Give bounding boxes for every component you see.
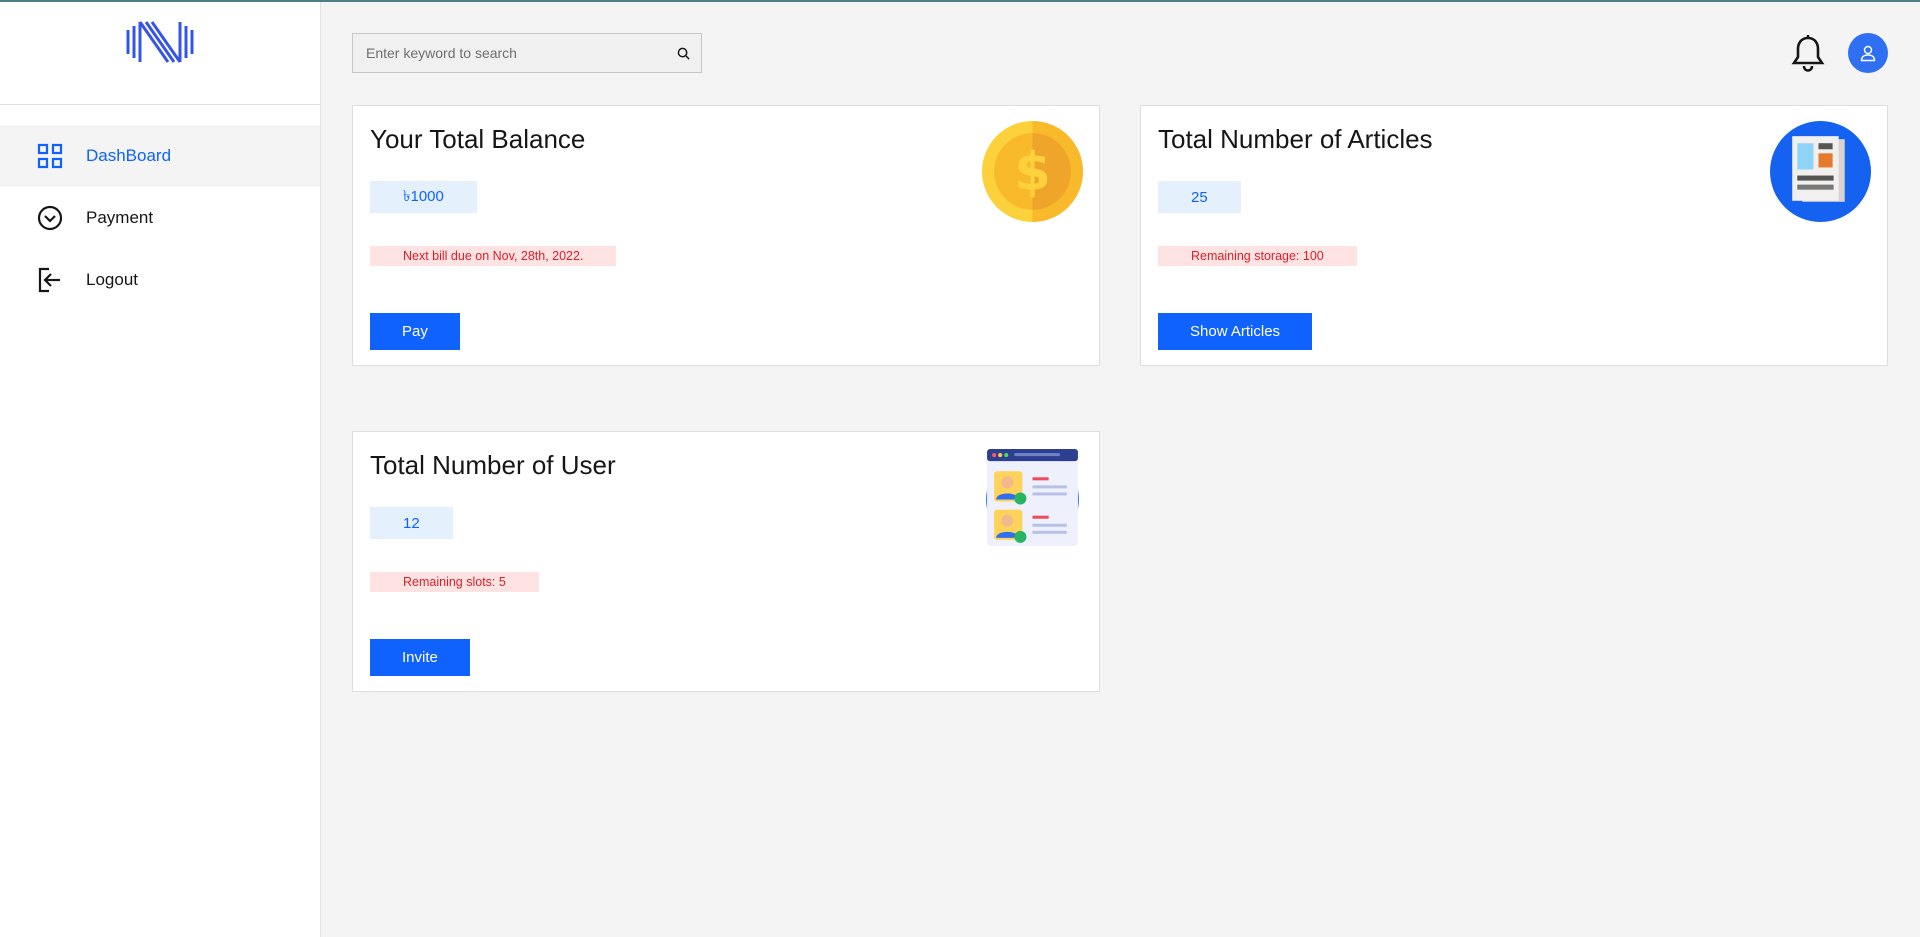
search-icon[interactable] [665,47,701,60]
sidebar-item-logout[interactable]: Logout [0,249,320,311]
balance-card: Your Total Balance ৳1000 Next bill due o… [352,105,1100,366]
grid-icon [36,142,64,170]
search-input[interactable] [353,34,665,72]
chevron-circle-icon [36,204,64,232]
sidebar-item-label: DashBoard [86,146,172,165]
logo-area [0,2,320,105]
sidebar-item-dashboard[interactable]: DashBoard [0,125,320,187]
users-card: Total Number of User 12 Remaining slots:… [352,431,1100,692]
bill-due-note: Next bill due on Nov, 28th, 2022. [370,246,617,266]
card-title: Total Number of User [370,450,616,480]
sidebar-item-label: Payment [86,208,154,227]
pay-button[interactable]: Pay [370,313,460,350]
articles-card: Total Number of Articles 25 Remaining st… [1140,105,1888,366]
user-icon [1860,45,1876,62]
sidebar-item-label: Logout [86,270,138,289]
sidebar: DashBoard Payment Logout [0,2,321,937]
sidebar-menu: DashBoard Payment Logout [0,125,320,311]
card-title: Your Total Balance [370,124,586,154]
svg-text:$: $ [1014,142,1051,203]
logout-icon [36,266,64,294]
slots-note: Remaining slots: 5 [370,572,539,592]
articles-value-tag: 25 [1158,181,1241,213]
newspaper-icon [1770,121,1871,222]
invite-button[interactable]: Invite [370,639,470,676]
show-articles-button[interactable]: Show Articles [1158,313,1313,350]
users-value-tag: 12 [370,507,453,539]
storage-note: Remaining storage: 100 [1158,246,1357,266]
balance-value-tag: ৳1000 [370,181,477,213]
card-title: Total Number of Articles [1158,124,1433,154]
logo-icon[interactable] [124,18,196,70]
search-box [352,33,702,73]
sidebar-item-payment[interactable]: Payment [0,187,320,249]
user-avatar[interactable] [1848,33,1888,73]
dollar-coin-icon: $ [982,121,1083,222]
bell-icon[interactable] [1790,34,1826,72]
user-profiles-icon [986,449,1079,546]
